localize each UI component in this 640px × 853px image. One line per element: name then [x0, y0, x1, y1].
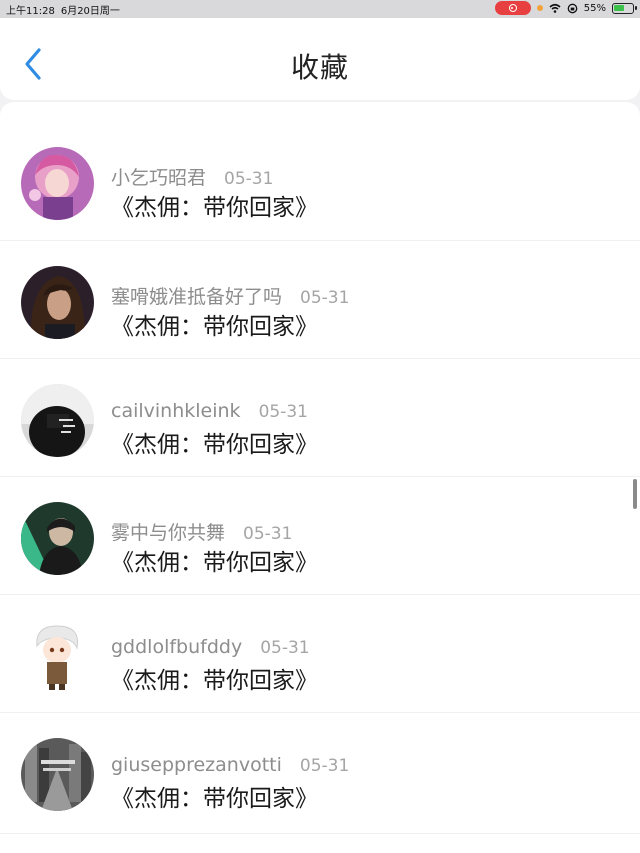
list-item[interactable]: giusepprezanvotti 05-31 《杰佣：带你回家》: [0, 712, 640, 830]
avatar[interactable]: [21, 384, 94, 457]
item-title[interactable]: 《杰佣：带你回家》: [111, 188, 318, 222]
list-item[interactable]: 塞嗗娥准抵备好了吗 05-31 《杰佣：带你回家》: [0, 240, 640, 358]
post-date: 05-31: [243, 524, 293, 544]
post-date: 05-31: [258, 402, 308, 422]
username[interactable]: cailvinhkleink: [111, 400, 241, 422]
username[interactable]: gddlolfbufddy: [111, 636, 242, 658]
item-title[interactable]: 《杰佣：带你回家》: [111, 661, 318, 695]
list-item[interactable]: gddlolfbufddy 05-31 《杰佣：带你回家》: [0, 594, 640, 712]
username[interactable]: 雾中与你共舞: [111, 518, 225, 545]
post-date: 05-31: [260, 638, 310, 658]
username[interactable]: 小乞巧昭君: [111, 163, 206, 190]
item-title[interactable]: 《杰佣：带你回家》: [111, 543, 318, 577]
list-item[interactable]: 雾中与你共舞 05-31 《杰佣：带你回家》: [0, 476, 640, 594]
scrollbar[interactable]: [633, 479, 637, 509]
item-title[interactable]: 《杰佣：带你回家》: [111, 307, 318, 341]
avatar[interactable]: [21, 266, 94, 339]
screen-record-icon: [494, 1, 531, 15]
status-date: 6月20日周一: [60, 6, 120, 17]
item-title[interactable]: 《杰佣：带你回家》: [111, 425, 318, 459]
avatar[interactable]: [21, 502, 94, 575]
battery-percent: 55%: [583, 2, 606, 14]
battery-icon: [612, 2, 637, 14]
header: 收藏: [0, 18, 640, 100]
page-title: 收藏: [290, 51, 349, 84]
favorites-list[interactable]: 小乞巧昭君 05-31 《杰佣：带你回家》 塞嗗娥准抵备好了吗 05-31 《杰…: [0, 102, 640, 853]
list-item[interactable]: 小乞巧昭君 05-31 《杰佣：带你回家》: [0, 122, 640, 240]
item-title[interactable]: 《杰佣：带你回家》: [111, 779, 318, 813]
wifi-icon: [549, 3, 561, 13]
list-item[interactable]: cailvinhkleink 05-31 《杰佣：带你回家》: [0, 358, 640, 476]
avatar[interactable]: [21, 738, 94, 811]
username[interactable]: 塞嗗娥准抵备好了吗: [111, 282, 282, 309]
status-bar: 上午11:28 6月20日周一 55%: [0, 0, 640, 18]
avatar[interactable]: [21, 620, 94, 693]
avatar[interactable]: [21, 147, 94, 220]
post-date: 05-31: [224, 169, 274, 189]
post-date: 05-31: [300, 288, 350, 308]
post-date: 05-31: [299, 756, 350, 776]
mic-indicator-icon: [536, 5, 543, 11]
rotation-lock-icon: [567, 3, 578, 13]
username[interactable]: giusepprezanvotti: [111, 754, 282, 776]
status-time: 上午11:28: [6, 6, 55, 17]
divider: [0, 833, 640, 834]
